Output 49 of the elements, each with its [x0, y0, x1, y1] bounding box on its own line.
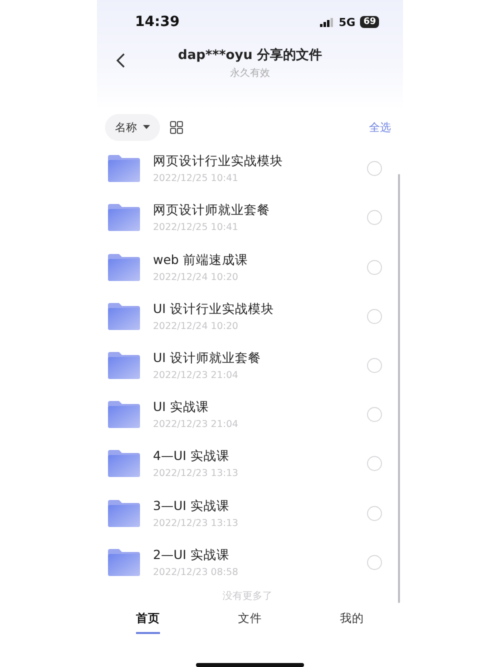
- folder-icon: [108, 500, 140, 527]
- select-radio[interactable]: [367, 456, 382, 472]
- nav-tab[interactable]: 我的: [340, 611, 364, 634]
- folder-name[interactable]: 网页设计行业实战模块: [153, 153, 367, 170]
- select-radio[interactable]: [367, 308, 382, 324]
- select-radio[interactable]: [367, 554, 382, 570]
- folder-icon: [108, 204, 140, 232]
- folder-date: 2022/12/23 13:13: [153, 468, 240, 480]
- folder-name[interactable]: UI 实战课: [153, 399, 367, 416]
- folder-date: 2022/12/23 21:04: [153, 419, 240, 430]
- folder-icon: [108, 401, 140, 428]
- folder-name[interactable]: 3—UI 实战课: [153, 498, 367, 515]
- folder-name[interactable]: UI 设计行业实战模块: [153, 300, 367, 318]
- page-subtitle: 永久有效: [230, 66, 270, 80]
- select-radio[interactable]: [367, 407, 382, 422]
- folder-icon: [108, 254, 140, 281]
- folder-icon: [108, 450, 140, 478]
- folder-icon: [108, 352, 140, 379]
- select-radio[interactable]: [367, 358, 382, 373]
- page-title: dap***oyu 分享的文件: [178, 46, 322, 64]
- folder-date: 2022/12/23 13:13: [153, 518, 240, 529]
- select-radio[interactable]: [367, 260, 382, 275]
- grid-view-icon[interactable]: [170, 120, 183, 134]
- folder-date: 2022/12/23 21:04: [153, 370, 240, 381]
- select-all-link[interactable]: 全选: [369, 120, 391, 134]
- folder-name[interactable]: 2—UI 实战课: [153, 546, 367, 564]
- folder-name[interactable]: web 前端速成课: [153, 252, 367, 269]
- folder-date: 2022/12/25 10:41: [153, 173, 240, 184]
- caret-icon: [143, 125, 150, 129]
- folder-name[interactable]: UI 设计师就业套餐: [153, 350, 367, 367]
- nav-tab[interactable]: 文件: [238, 611, 262, 634]
- folder-name[interactable]: 4—UI 实战课: [153, 448, 367, 466]
- select-radio[interactable]: [367, 210, 382, 226]
- signal-icon: [320, 18, 334, 26]
- folder-name[interactable]: 网页设计师就业套餐: [153, 202, 367, 220]
- nav-tab[interactable]: 首页: [136, 611, 160, 634]
- folder-date: 2022/12/24 10:20: [153, 320, 240, 332]
- folder-icon: [108, 155, 140, 182]
- sort-button[interactable]: 名称: [105, 114, 160, 140]
- status-time: 14:39: [135, 14, 180, 30]
- folder-icon: [108, 548, 140, 576]
- folder-date: 2022/12/25 10:41: [153, 222, 240, 234]
- select-radio[interactable]: [367, 506, 382, 521]
- folder-date: 2022/12/24 10:20: [153, 272, 240, 283]
- folder-icon: [108, 302, 140, 330]
- battery-level: 69: [360, 16, 379, 28]
- folder-date: 2022/12/23 08:58: [153, 566, 240, 578]
- network-label: 5G: [338, 16, 356, 28]
- select-radio[interactable]: [367, 161, 382, 176]
